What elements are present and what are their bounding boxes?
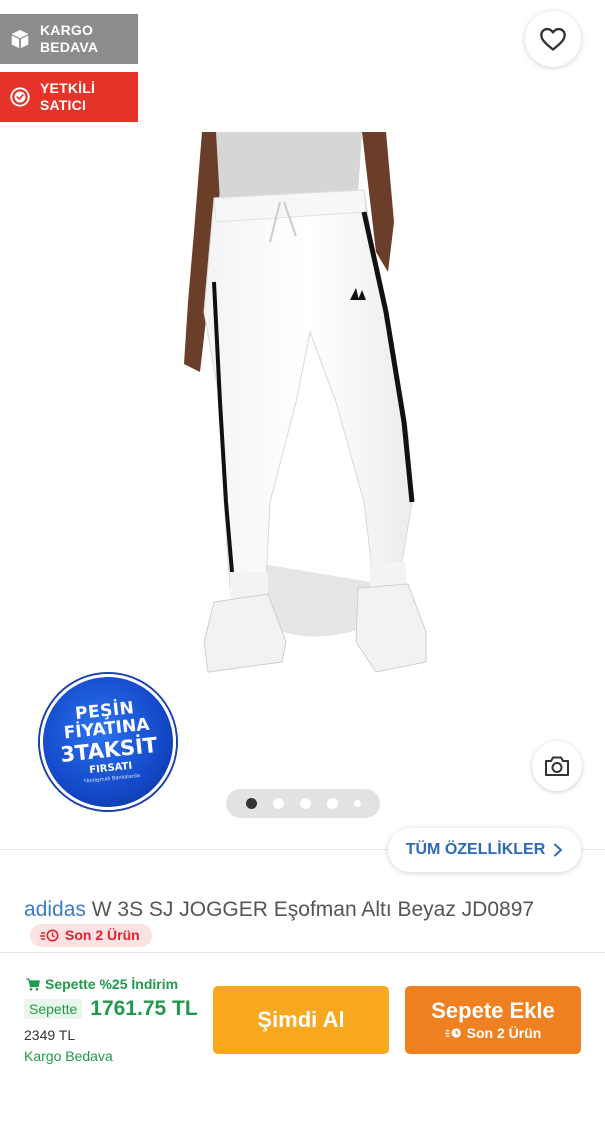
pagination-dot[interactable] — [299, 798, 311, 809]
product-title: adidas W 3S SJ JOGGER Eşofman Altı Beyaz… — [24, 895, 584, 953]
authorized-seller-badge: YETKİLİ SATICI — [0, 72, 138, 122]
section-divider — [0, 952, 605, 953]
buy-now-button[interactable]: Şimdi Al — [213, 986, 389, 1054]
cart-icon — [26, 977, 40, 990]
camera-icon — [545, 756, 569, 776]
authorized-seller-badge-label: YETKİLİ SATICI — [40, 80, 96, 113]
pagination-dot[interactable] — [353, 800, 361, 807]
clock-fast-icon — [444, 1028, 461, 1038]
original-price: 2349 TL — [24, 1027, 76, 1043]
all-features-button[interactable]: TÜM ÖZELLİKLER — [388, 828, 581, 872]
pagination-dot[interactable] — [245, 798, 257, 809]
favorite-button[interactable] — [525, 11, 581, 67]
heart-icon — [540, 27, 566, 51]
add-to-cart-stock-label: Son 2 Ürün — [466, 1025, 542, 1041]
basket-price-label: Sepette — [24, 999, 83, 1019]
basket-price: 1761.75 TL — [90, 997, 198, 1020]
pagination-dot[interactable] — [326, 798, 338, 809]
cargo-free-badge: KARGO BEDAVA — [0, 14, 138, 64]
cargo-free-badge-label: KARGO BEDAVA — [40, 22, 99, 55]
product-image[interactable] — [150, 132, 470, 692]
buy-now-label: Şimdi Al — [257, 1007, 345, 1032]
basket-discount-label: Sepette %25 İndirim — [45, 976, 179, 992]
basket-discount: Sepette %25 İndirim — [26, 976, 178, 992]
all-features-label: TÜM ÖZELLİKLER — [405, 841, 546, 858]
low-stock-label: Son 2 Ürün — [65, 927, 140, 943]
chevron-right-icon — [554, 843, 563, 857]
brand-link[interactable]: adidas — [24, 898, 86, 921]
box-icon — [8, 27, 32, 51]
add-to-cart-button[interactable]: Sepete Ekle Son 2 Ürün — [405, 986, 581, 1054]
low-stock-badge: Son 2 Ürün — [30, 924, 152, 947]
free-shipping-label: Kargo Bedava — [24, 1048, 113, 1064]
product-name: W 3S SJ JOGGER Eşofman Altı Beyaz JD0897 — [91, 898, 535, 921]
visual-search-button[interactable] — [532, 741, 582, 791]
verified-check-icon — [8, 85, 32, 109]
add-to-cart-label: Sepete Ekle — [431, 998, 555, 1023]
price-row: Sepette 1761.75 TL — [24, 997, 198, 1021]
pagination-dot[interactable] — [272, 798, 284, 809]
add-to-cart-stock: Son 2 Ürün — [444, 1024, 542, 1042]
clock-fast-icon — [40, 929, 59, 942]
image-pagination — [226, 789, 380, 818]
